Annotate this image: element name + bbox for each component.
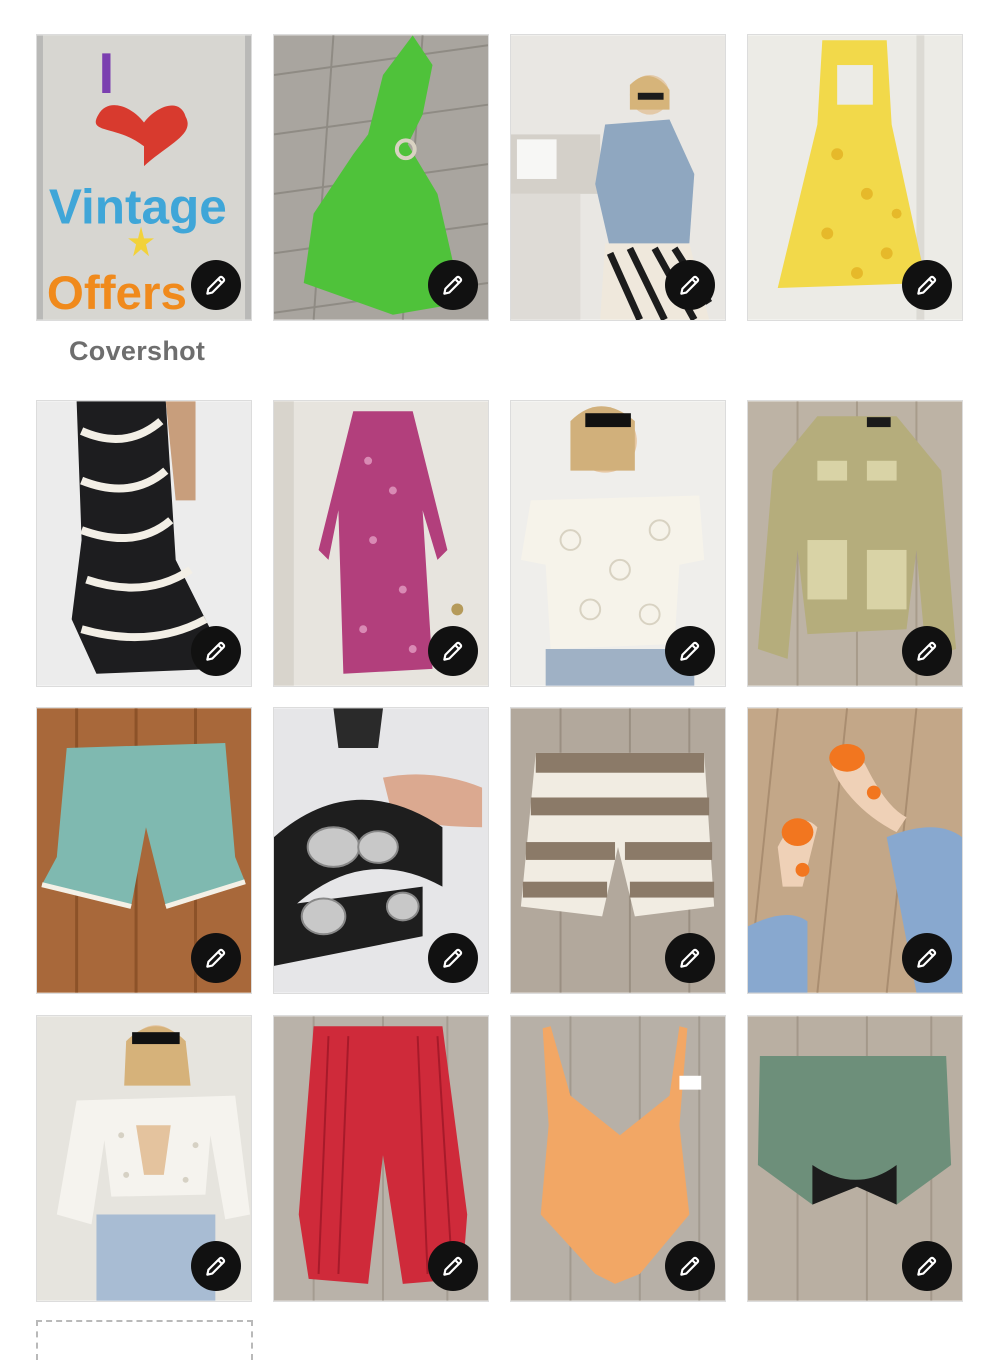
photo-tile-11[interactable] xyxy=(510,707,726,994)
edit-photo-button-16[interactable] xyxy=(902,1241,952,1291)
photo-tile-4[interactable] xyxy=(747,34,963,321)
photo-tile-8[interactable] xyxy=(747,400,963,687)
pencil-icon xyxy=(680,948,700,968)
photo-tile-9[interactable] xyxy=(36,707,252,994)
pencil-icon xyxy=(917,275,937,295)
pencil-icon xyxy=(206,275,226,295)
photo-tile-16[interactable] xyxy=(747,1015,963,1302)
photo-tile-10[interactable] xyxy=(273,707,489,994)
edit-photo-button-14[interactable] xyxy=(428,1241,478,1291)
edit-photo-button-13[interactable] xyxy=(191,1241,241,1291)
edit-photo-button-2[interactable] xyxy=(428,260,478,310)
edit-photo-button-12[interactable] xyxy=(902,933,952,983)
cover-sign-line-1: I xyxy=(98,42,114,106)
photo-tile-1[interactable]: I Vintage Offers xyxy=(36,34,252,321)
edit-photo-button-5[interactable] xyxy=(191,626,241,676)
cover-sign-line-2: Vintage xyxy=(49,180,227,235)
photo-tile-14[interactable] xyxy=(273,1015,489,1302)
photo-tile-2[interactable] xyxy=(273,34,489,321)
edit-photo-button-8[interactable] xyxy=(902,626,952,676)
photo-tile-15[interactable] xyxy=(510,1015,726,1302)
covershot-label: Covershot xyxy=(69,336,206,366)
pencil-icon xyxy=(917,948,937,968)
photo-tile-6[interactable] xyxy=(273,400,489,687)
edit-photo-button-4[interactable] xyxy=(902,260,952,310)
pencil-icon xyxy=(206,948,226,968)
pencil-icon xyxy=(680,275,700,295)
photo-tile-12[interactable] xyxy=(747,707,963,994)
pencil-icon xyxy=(206,1256,226,1276)
pencil-icon xyxy=(443,275,463,295)
edit-photo-button-11[interactable] xyxy=(665,933,715,983)
edit-photo-button-3[interactable] xyxy=(665,260,715,310)
cover-sign-line-3: Offers xyxy=(47,267,187,320)
edit-photo-button-10[interactable] xyxy=(428,933,478,983)
edit-photo-button-9[interactable] xyxy=(191,933,241,983)
photo-tile-7[interactable] xyxy=(510,400,726,687)
photo-tile-3[interactable] xyxy=(510,34,726,321)
pencil-icon xyxy=(206,641,226,661)
edit-photo-button-15[interactable] xyxy=(665,1241,715,1291)
photo-tile-5[interactable] xyxy=(36,400,252,687)
edit-photo-button-1[interactable] xyxy=(191,260,241,310)
edit-photo-button-7[interactable] xyxy=(665,626,715,676)
edit-photo-button-6[interactable] xyxy=(428,626,478,676)
pencil-icon xyxy=(443,948,463,968)
pencil-icon xyxy=(680,1256,700,1276)
pencil-icon xyxy=(917,1256,937,1276)
pencil-icon xyxy=(680,641,700,661)
pencil-icon xyxy=(443,641,463,661)
pencil-icon xyxy=(917,641,937,661)
add-photo-slot[interactable] xyxy=(36,1320,253,1360)
photo-tile-13[interactable] xyxy=(36,1015,252,1302)
pencil-icon xyxy=(443,1256,463,1276)
